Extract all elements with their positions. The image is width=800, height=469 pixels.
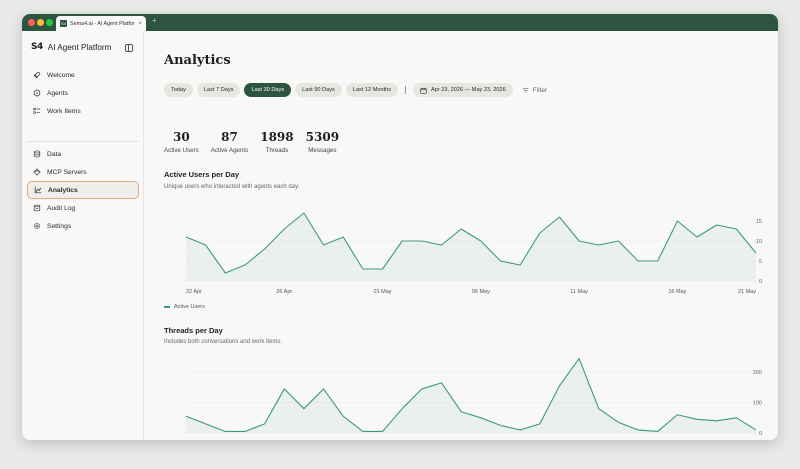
chart-legend: Active Users — [164, 304, 205, 310]
minimize-window-button[interactable] — [37, 19, 44, 26]
stats-row: 30 Active Users 87 Active Agents 1898 Th… — [164, 130, 339, 154]
browser-tab[interactable]: S4 Sema4.ai - AI Agent Platform × — [56, 16, 146, 31]
page-title: Analytics — [164, 53, 231, 68]
date-range-picker[interactable]: Apr 23, 2026 — May 23, 2026 — [413, 83, 513, 97]
gear-icon — [33, 222, 41, 230]
x-tick-label: 06 May — [472, 289, 490, 295]
new-tab-icon[interactable]: + — [152, 16, 157, 25]
close-window-button[interactable] — [28, 19, 35, 26]
filter-last-90-days[interactable]: Last 90 Days — [295, 83, 342, 97]
threads-chart: 010020022 Apr26 Apr01 May06 May11 May16 … — [185, 357, 762, 437]
stat-label: Active Agents — [210, 147, 249, 154]
sidebar-item-agents[interactable]: Agents — [27, 84, 139, 102]
filter-button[interactable]: Filter — [522, 87, 547, 94]
chart-title-threads: Threads per Day — [164, 326, 223, 335]
agent-icon — [33, 89, 41, 97]
stat-active-users: 30 Active Users — [164, 130, 199, 154]
work-items-icon — [33, 107, 41, 115]
sidebar-item-audit-log[interactable]: Audit Log — [27, 199, 139, 217]
sidebar-item-data[interactable]: Data — [27, 145, 139, 163]
sidebar-toggle-icon[interactable] — [125, 44, 133, 52]
title-bar: S4 Sema4.ai - AI Agent Platform × + — [22, 14, 778, 31]
sidebar-item-label: Analytics — [48, 186, 78, 194]
filter-today[interactable]: Today — [164, 83, 193, 97]
mcp-icon — [33, 168, 41, 176]
active-users-chart: 0 5 10 15 22 Apr 26 Apr 01 May 06 May 11 May 16 M… — [185, 212, 762, 295]
stat-value: 1898 — [260, 130, 294, 144]
y-tick-label: 10 — [756, 239, 762, 245]
brand-name: AI Agent Platform — [47, 42, 112, 52]
stat-value: 5309 — [305, 130, 340, 144]
sidebar-item-work-items[interactable]: Work Items — [27, 102, 139, 120]
sidebar-item-label: MCP Servers — [47, 168, 87, 176]
legend-label: Active Users — [174, 304, 205, 310]
filter-icon — [522, 87, 529, 94]
x-tick-label: 16 May — [668, 289, 686, 295]
y-tick-label: 0 — [759, 431, 762, 437]
stat-threads: 1898 Threads — [260, 130, 293, 154]
rocket-icon — [33, 71, 41, 79]
chart-subtitle-active-users: Unique users who interacted with agents … — [164, 184, 300, 190]
sidebar-item-settings[interactable]: Settings — [27, 217, 139, 235]
stat-value: 87 — [221, 130, 238, 144]
tab-close-icon[interactable]: × — [138, 21, 142, 27]
sidebar-item-label: Work Items — [47, 107, 81, 115]
y-tick-label: 200 — [753, 370, 762, 376]
calendar-icon — [420, 87, 427, 94]
sidebar-item-label: Audit Log — [47, 204, 76, 212]
chart-subtitle-threads: Includes both conversations and work ite… — [164, 339, 283, 345]
stat-label: Messages — [308, 147, 337, 154]
series-area — [186, 358, 756, 433]
filter-divider — [405, 86, 407, 94]
filter-label: Filter — [532, 86, 548, 94]
date-range-label: Apr 23, 2026 — May 23, 2026 — [431, 87, 506, 93]
tab-title: Sema4.ai - AI Agent Platform — [70, 20, 136, 27]
sidebar-item-welcome[interactable]: Welcome — [27, 66, 139, 84]
sidebar-item-mcp-servers[interactable]: MCP Servers — [27, 163, 139, 181]
sidebar-item-label: Welcome — [47, 71, 75, 79]
x-tick-label: 01 May — [374, 289, 392, 295]
filter-last-30-days[interactable]: Last 30 Days — [244, 83, 292, 97]
filter-last-7-days[interactable]: Last 7 Days — [196, 83, 241, 97]
y-tick-label: 0 — [759, 279, 762, 285]
sidebar-item-analytics[interactable]: Analytics — [27, 181, 139, 199]
stat-label: Threads — [265, 147, 289, 154]
favicon-icon: S4 — [60, 20, 67, 27]
chart-icon — [34, 186, 42, 194]
stat-label: Active Users — [164, 147, 199, 154]
audit-icon — [33, 204, 41, 212]
sidebar-item-label: Agents — [47, 89, 68, 97]
y-tick-label: 15 — [756, 219, 762, 225]
x-tick-label: 22 Apr — [186, 289, 202, 295]
brand[interactable]: S4 AI Agent Platform — [31, 42, 111, 52]
x-tick-label: 21 May — [738, 289, 756, 295]
sidebar-item-label: Data — [47, 150, 62, 158]
app-window: S4 Sema4.ai - AI Agent Platform × + S4 A… — [22, 14, 778, 440]
main-content: Analytics Today Last 7 Days Last 30 Days… — [164, 31, 764, 440]
series-area — [186, 213, 756, 281]
y-tick-label: 5 — [759, 259, 762, 265]
sidebar-divider — [27, 141, 139, 142]
maximize-window-button[interactable] — [46, 19, 53, 26]
database-icon — [33, 150, 41, 158]
sidebar-item-label: Settings — [47, 222, 72, 230]
stat-value: 30 — [173, 130, 190, 144]
legend-swatch — [164, 306, 170, 308]
chart-title-active-users: Active Users per Day — [164, 170, 240, 179]
stat-active-agents: 87 Active Agents — [211, 130, 249, 154]
y-tick-label: 100 — [753, 401, 762, 407]
sidebar: S4 AI Agent Platform Welcome Agents Work… — [22, 31, 144, 440]
filter-last-12-months[interactable]: Last 12 Months — [345, 83, 399, 97]
x-tick-label: 26 Apr — [276, 289, 292, 295]
stat-messages: 5309 Messages — [306, 130, 339, 154]
x-tick-label: 11 May — [570, 289, 588, 295]
sidebar-nav-secondary: Data MCP Servers Analytics Audit Log Set… — [27, 145, 139, 235]
sidebar-nav: Welcome Agents Work Items — [27, 66, 139, 120]
time-range-filters: Today Last 7 Days Last 30 Days Last 90 D… — [164, 83, 547, 97]
logo-icon: S4 — [31, 42, 43, 52]
